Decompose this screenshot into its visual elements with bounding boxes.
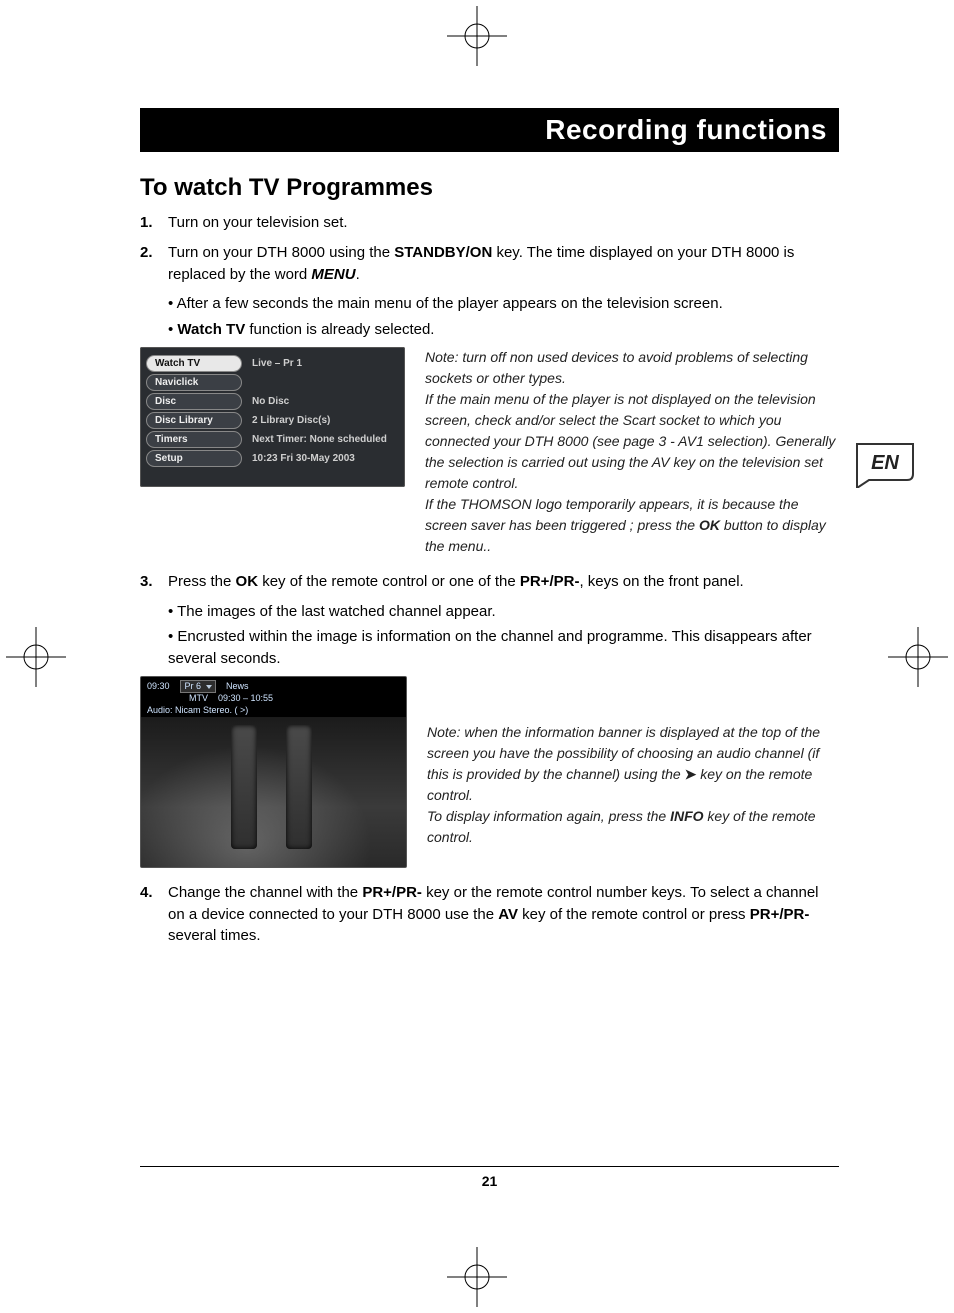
step-text: Turn on your television set. [168, 212, 839, 234]
instruction-list: 4. Change the channel with the PR+/PR- k… [140, 882, 839, 947]
menu-item: Naviclick [146, 374, 399, 391]
manual-page: EN Recording functions To watch TV Progr… [0, 0, 954, 1313]
menu-item: TimersNext Timer: None scheduled [146, 431, 399, 448]
crop-mark-right [888, 627, 948, 687]
menu-item-label: Setup [146, 450, 242, 467]
info-banner: 09:30 Pr 6 News MTV 09:30 – 10:55 Audio:… [141, 677, 406, 720]
step-4: 4. Change the channel with the PR+/PR- k… [140, 882, 839, 947]
note-block-1: Note: turn off non used devices to avoid… [425, 347, 839, 557]
step-number: 1. [140, 212, 168, 234]
step-2: 2. Turn on your DTH 8000 using the STAND… [140, 242, 839, 286]
instruction-list: 1. Turn on your television set. 2. Turn … [140, 212, 839, 285]
menu-item-value: 2 Library Disc(s) [242, 415, 330, 426]
menu-item-value: 10:23 Fri 30-May 2003 [242, 453, 355, 464]
figure-row-2: 09:30 Pr 6 News MTV 09:30 – 10:55 Audio:… [140, 676, 839, 868]
step-3-sub1: • The images of the last watched channel… [140, 601, 839, 623]
content-area: EN Recording functions To watch TV Progr… [140, 108, 839, 1203]
menu-item-value: Live – Pr 1 [242, 358, 302, 369]
svg-text:EN: EN [871, 452, 899, 474]
menu-item-label: Watch TV [146, 355, 242, 372]
chapter-title-bar: Recording functions [140, 108, 839, 152]
tv-screenshot: 09:30 Pr 6 News MTV 09:30 – 10:55 Audio:… [140, 676, 407, 868]
menu-item-label: Disc [146, 393, 242, 410]
menu-item-value: Next Timer: None scheduled [242, 434, 387, 445]
step-text: Press the OK key of the remote control o… [168, 571, 839, 593]
step-number: 2. [140, 242, 168, 286]
menu-item-value: No Disc [242, 396, 289, 407]
figure-row-1: Watch TVLive – Pr 1NaviclickDiscNo DiscD… [140, 347, 839, 557]
menu-item-label: Disc Library [146, 412, 242, 429]
tv-image-placeholder [141, 717, 406, 867]
crop-mark-bottom [447, 1247, 507, 1307]
step-3: 3. Press the OK key of the remote contro… [140, 571, 839, 593]
menu-screenshot: Watch TVLive – Pr 1NaviclickDiscNo DiscD… [140, 347, 405, 487]
note-block-2: Note: when the information banner is dis… [427, 676, 839, 848]
step-1: 1. Turn on your television set. [140, 212, 839, 234]
banner-title: News [226, 681, 249, 693]
chapter-title: Recording functions [545, 114, 827, 145]
banner-audio: Audio: Nicam Stereo. ( >) [147, 705, 400, 717]
language-badge: EN [851, 438, 919, 488]
menu-item: Watch TVLive – Pr 1 [146, 355, 399, 372]
section-heading: To watch TV Programmes [140, 174, 839, 202]
banner-channel: MTV [189, 693, 208, 705]
menu-item: DiscNo Disc [146, 393, 399, 410]
crop-mark-left [6, 627, 66, 687]
crop-mark-top [447, 6, 507, 66]
menu-item: Setup10:23 Fri 30-May 2003 [146, 450, 399, 467]
step-text: Change the channel with the PR+/PR- key … [168, 882, 839, 947]
menu-item-label: Timers [146, 431, 242, 448]
step-number: 4. [140, 882, 168, 947]
banner-range: 09:30 – 10:55 [218, 693, 273, 705]
step-3-sub2: • Encrusted within the image is informat… [140, 626, 839, 670]
banner-time: 09:30 [147, 681, 170, 693]
banner-pr: Pr 6 [180, 680, 217, 694]
page-number: 21 [140, 1173, 839, 1189]
step-2-sub1: • After a few seconds the main menu of t… [140, 293, 839, 315]
step-text: Turn on your DTH 8000 using the STANDBY/… [168, 242, 839, 286]
step-2-sub2: • Watch TV function is already selected. [140, 319, 839, 341]
instruction-list: 3. Press the OK key of the remote contro… [140, 571, 839, 593]
footer-rule [140, 1166, 839, 1167]
menu-item: Disc Library2 Library Disc(s) [146, 412, 399, 429]
step-number: 3. [140, 571, 168, 593]
menu-item-label: Naviclick [146, 374, 242, 391]
